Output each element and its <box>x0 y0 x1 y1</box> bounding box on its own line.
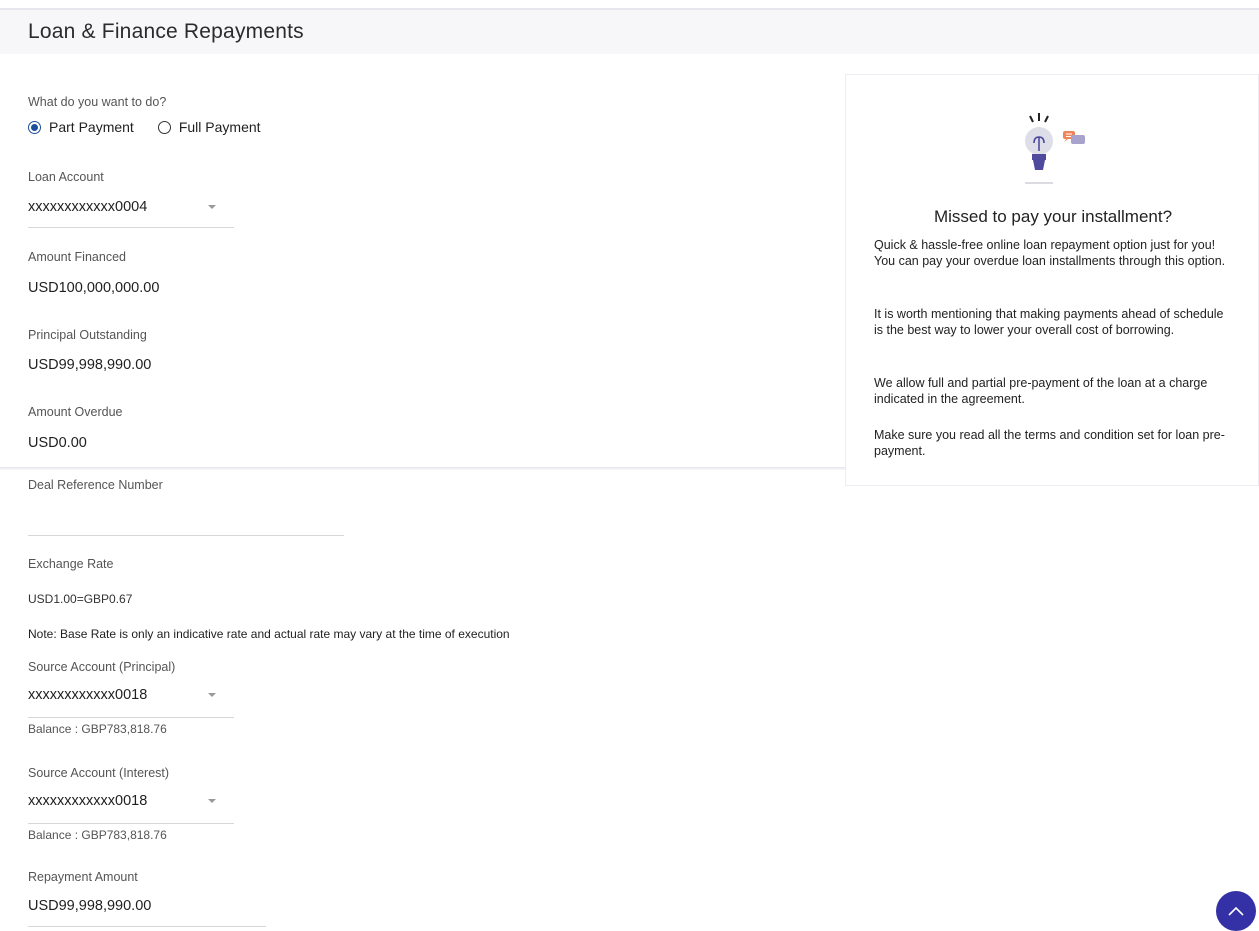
radio-part-payment[interactable]: Part Payment <box>28 119 134 135</box>
deal-reference-underline <box>28 535 344 536</box>
chevron-down-icon[interactable] <box>208 799 216 803</box>
info-paragraph: We allow full and partial pre-payment of… <box>874 376 1208 406</box>
repayment-amount-underline <box>28 926 266 927</box>
source-principal-label: Source Account (Principal) <box>28 660 176 674</box>
amount-overdue-value: USD0.00 <box>28 435 87 451</box>
source-interest-value[interactable]: xxxxxxxxxxxx0018 <box>28 793 147 809</box>
chevron-up-icon[interactable] <box>1227 905 1245 917</box>
section-divider <box>0 467 845 470</box>
page-header: Loan & Finance Repayments <box>0 10 1259 54</box>
info-paragraph: It is worth mentioning that making payme… <box>874 307 1224 337</box>
radio-label-part-payment: Part Payment <box>49 119 134 135</box>
loan-account-underline <box>28 227 234 228</box>
chevron-down-icon[interactable] <box>208 693 216 697</box>
info-paragraph: Make sure you read all the terms and con… <box>874 428 1225 458</box>
source-principal-balance: Balance : GBP783,818.76 <box>28 722 167 736</box>
source-interest-label: Source Account (Interest) <box>28 766 170 780</box>
scroll-to-top-button[interactable] <box>1216 891 1256 931</box>
exchange-rate-label: Exchange Rate <box>28 557 114 571</box>
source-principal-value[interactable]: xxxxxxxxxxxx0018 <box>28 687 147 703</box>
principal-outstanding-label: Principal Outstanding <box>28 328 147 342</box>
loan-account-value[interactable]: xxxxxxxxxxxx0004 <box>28 199 147 215</box>
radio-button-checked[interactable] <box>28 120 41 134</box>
loan-account-label: Loan Account <box>28 170 104 184</box>
lightbulb-icon <box>1025 113 1085 184</box>
info-title: Missed to pay your installment? <box>933 207 1173 226</box>
amount-overdue-label: Amount Overdue <box>28 405 123 419</box>
exchange-rate-value: USD1.00=GBP0.67 <box>28 592 133 606</box>
repayment-amount-value[interactable]: USD99,998,990.00 <box>28 898 151 914</box>
source-principal-underline <box>28 717 234 718</box>
repayment-amount-label: Repayment Amount <box>28 870 138 884</box>
info-panel: Missed to pay your installment? Quick & … <box>845 74 1259 486</box>
info-paragraph: Quick & hassle-free online loan repaymen… <box>874 238 1226 268</box>
source-interest-balance: Balance : GBP783,818.76 <box>28 828 167 842</box>
amount-financed-label: Amount Financed <box>28 250 126 264</box>
radio-label-full-payment: Full Payment <box>178 119 261 135</box>
payment-type-radio-group: Part Payment Full Payment <box>28 117 285 137</box>
amount-financed-value: USD100,000,000.00 <box>28 280 160 296</box>
radio-full-payment[interactable]: Full Payment <box>157 119 261 135</box>
radio-button-unchecked[interactable] <box>157 120 171 134</box>
deal-reference-input[interactable] <box>28 500 344 535</box>
deal-reference-label: Deal Reference Number <box>28 478 163 492</box>
payment-type-label: What do you want to do? <box>28 95 167 109</box>
exchange-rate-note: Note: Base Rate is only an indicative ra… <box>28 627 510 641</box>
chevron-down-icon[interactable] <box>208 205 216 209</box>
page-title: Loan & Finance Repayments <box>28 20 304 43</box>
source-interest-underline <box>28 823 234 824</box>
principal-outstanding-value: USD99,998,990.00 <box>28 357 152 373</box>
